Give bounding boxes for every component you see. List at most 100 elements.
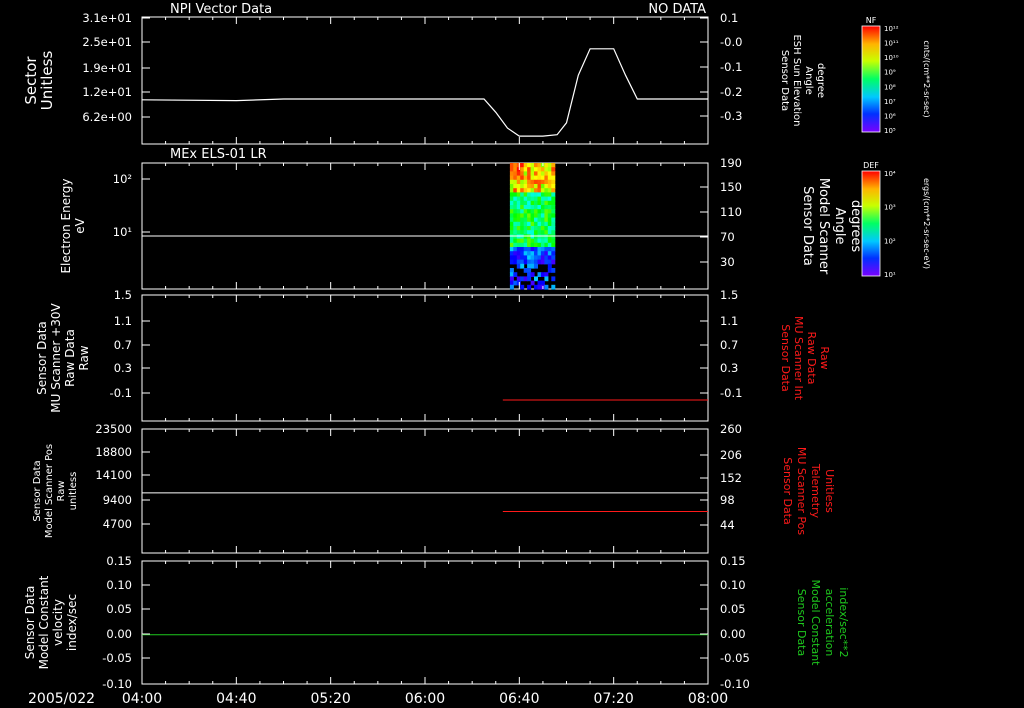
spectrogram-cell xyxy=(527,226,532,231)
spectrogram-cell xyxy=(551,192,556,198)
panel-3-left-tick: 1.1 xyxy=(114,314,132,328)
spectrogram-cell xyxy=(527,238,532,244)
colorbar-1-tick: 10⁷ xyxy=(884,98,896,106)
panel-1-left-tick: 1.2e+01 xyxy=(82,85,132,99)
panel-3-left-tick: 0.7 xyxy=(114,338,132,352)
spectrogram-cell xyxy=(513,213,518,219)
spectrogram-cell xyxy=(547,263,552,269)
spectrogram-cell xyxy=(520,284,525,290)
panel-1-right-axis-title: degree xyxy=(815,63,826,98)
panel-2-right-axis-title: Angle xyxy=(832,208,847,245)
panel-4-frame xyxy=(141,428,709,554)
colorbar-2-unit: ergs/(cm**2-sr-sec-eV) xyxy=(922,178,931,269)
spectrogram-cell xyxy=(513,251,518,256)
spectrogram-cell xyxy=(540,213,545,219)
panel-2-right-tick: 110 xyxy=(720,205,742,219)
spectrogram-cell xyxy=(547,217,552,223)
spectrogram-cell xyxy=(551,167,556,172)
spectrogram-cell xyxy=(520,221,525,227)
spectrogram-cell xyxy=(534,217,538,223)
spectrogram-cell xyxy=(547,247,552,252)
panel-5-left-axis-title: index/sec xyxy=(65,594,79,651)
spectrogram-cell xyxy=(540,179,545,185)
spectrogram-cell xyxy=(551,163,556,168)
spectrogram-cell xyxy=(534,263,538,269)
colorbar-2-tick: 10² xyxy=(884,237,896,245)
panel-5-left-tick: 0.05 xyxy=(106,602,132,616)
spectrogram-cell xyxy=(509,276,514,282)
spectrogram-cell xyxy=(551,259,556,265)
spectrogram-cell xyxy=(551,242,556,248)
date-label: 2005/022 xyxy=(28,691,95,707)
panel-4-right-axis-title: Unitless xyxy=(823,469,836,513)
spectrogram-cell xyxy=(513,171,518,177)
spectrogram-cell xyxy=(513,242,518,248)
colorbar-2-tick: 10¹ xyxy=(884,271,896,279)
spectrogram-cell xyxy=(540,242,545,248)
spectrogram-cell xyxy=(520,247,525,252)
spectrogram-cell xyxy=(527,179,532,185)
panel-5-left-tick: 0.00 xyxy=(106,627,132,641)
colorbar-2-tick: 10⁴ xyxy=(884,170,896,178)
spectrogram-cell xyxy=(534,255,538,261)
panel-5-left-axis-title: Sensor Data xyxy=(23,586,37,660)
spectrogram-cell xyxy=(527,217,532,223)
spectrogram-cell xyxy=(534,276,538,282)
spectrogram-cell xyxy=(527,247,532,252)
spectrogram-cell xyxy=(520,175,525,181)
spectrogram-cell xyxy=(534,167,538,172)
time-tick-label: 05:20 xyxy=(310,691,350,707)
panel-2-frame xyxy=(141,162,709,290)
spectrogram-cell xyxy=(509,268,514,273)
spectrogram-cell xyxy=(513,247,518,252)
colorbar-1-unit: cnts/(cm**2-sr-sec) xyxy=(922,40,931,117)
spectrogram-cell xyxy=(540,167,545,172)
spectrogram-cell xyxy=(513,226,518,231)
colorbar-1-tick: 10⁸ xyxy=(884,83,896,91)
spectrogram-cell xyxy=(520,226,525,231)
spectrogram-cell xyxy=(540,255,545,261)
spectrogram-cell xyxy=(520,200,525,206)
plot-canvas: 3.1e+01 2.5e+01 1.9e+01 1.2e+01 6.2e+00 0.1 -0… xyxy=(22,2,931,707)
spectrogram-cell xyxy=(547,226,552,231)
spectrogram-cell xyxy=(547,238,552,244)
panel2-title: MEx ELS-01 LR xyxy=(170,147,267,162)
spectrogram-cell xyxy=(520,255,525,261)
spectrogram-cell xyxy=(551,171,556,177)
panel-3-right-axis-title: Sensor Data xyxy=(779,324,792,391)
panel-1-right-axis-title: Sensor Data xyxy=(779,50,790,111)
panel-5-right-tick: 0.00 xyxy=(720,627,746,641)
spectrogram-cell xyxy=(534,192,538,198)
panel-1-right-tick: -0.2 xyxy=(720,85,742,99)
time-tick-label: 04:40 xyxy=(216,691,256,707)
panel-4-right-tick: 98 xyxy=(720,493,735,507)
colorbar-1-tick: 10⁹ xyxy=(884,69,896,77)
spectrogram-cell xyxy=(527,268,532,273)
spectrogram-cell xyxy=(534,259,538,265)
panel-2-left-tick: 10² xyxy=(113,172,132,186)
spectrogram-cell xyxy=(540,184,545,189)
spectrogram-cell xyxy=(551,247,556,252)
spectrogram-cell xyxy=(551,255,556,261)
spectrogram-cell xyxy=(513,255,518,261)
spectrogram-cell xyxy=(527,188,532,193)
spectrogram-cell xyxy=(527,209,532,214)
spectrogram-cell xyxy=(540,171,545,177)
panel-3-right-tick: -0.1 xyxy=(720,386,742,400)
spectrogram-cell xyxy=(534,196,538,202)
spectrogram-cell xyxy=(520,276,525,282)
spectrogram-cell xyxy=(547,251,552,256)
spectrogram-cell xyxy=(547,200,552,206)
panel-3-left-tick: -0.1 xyxy=(110,386,132,400)
spectrogram-cell xyxy=(540,280,545,286)
spectrogram-cell xyxy=(534,163,538,168)
panel-4-right-tick: 206 xyxy=(720,448,742,462)
panel-1-right-tick: 0.1 xyxy=(720,11,738,25)
panel-4-right-axis-title: MU Scanner Pos xyxy=(795,447,808,536)
spectrogram-cell xyxy=(527,230,532,235)
spectrogram-cell xyxy=(530,272,535,277)
spectrogram-cell xyxy=(551,213,556,219)
panel-2-right-tick: 70 xyxy=(720,230,735,244)
colorbar-2-tick: 10³ xyxy=(884,204,896,212)
spectrogram-cell xyxy=(520,238,525,244)
